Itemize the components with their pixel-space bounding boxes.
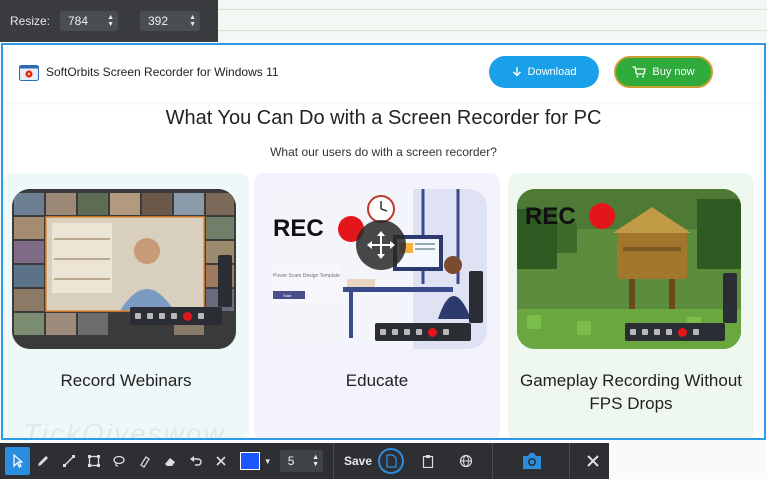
section-subhead: What our users do with a screen recorder… (270, 145, 497, 159)
brand-name[interactable]: SoftOrbits Screen Recorder for Windows 1… (46, 65, 279, 79)
gameplay-side-strip (723, 273, 737, 323)
close-toolbar-button[interactable] (578, 447, 609, 475)
educate-side-strip (469, 271, 483, 323)
line-icon (62, 455, 75, 467)
width-value: 784 (68, 14, 89, 28)
webinar-side-strip (218, 255, 232, 307)
chevron-down-icon: ▼ (263, 456, 272, 466)
rec-label: REC (273, 215, 324, 242)
clipboard-icon (423, 455, 434, 468)
slide-text: Power Scam Design Template (273, 273, 340, 279)
cart-icon (632, 66, 647, 78)
site-header: SoftOrbits Screen Recorder for Windows 1… (3, 45, 764, 102)
eraser-icon (165, 458, 176, 466)
width-spinner[interactable]: 784 ▲ ▼ (60, 11, 118, 31)
select-tool-button[interactable] (5, 447, 31, 475)
card-title: Gameplay Recording Without FPS Drops (519, 371, 743, 413)
move-arrows-icon (367, 231, 395, 259)
buy-now-button[interactable]: Buy now (614, 56, 713, 88)
section-headline: What You Can Do with a Screen Recorder f… (165, 107, 602, 129)
webinar-recorder-mini-toolbar (130, 307, 222, 325)
webinar-thumbnail (12, 189, 236, 349)
clipboard-button[interactable] (416, 447, 441, 475)
card-gameplay-recording[interactable]: REC Gameplay Recording Without FPS Drops (508, 173, 754, 438)
resize-label: Resize: (10, 14, 51, 28)
undo-icon (189, 456, 202, 466)
rectangle-tool-button[interactable] (81, 447, 106, 475)
stroke-width-spinner[interactable]: 5 ▲ ▼ (279, 450, 324, 472)
close-icon (587, 455, 600, 467)
clear-button[interactable] (208, 447, 233, 475)
gameplay-recorder-mini-toolbar (625, 323, 725, 341)
stroke-spin-arrows-icon[interactable]: ▲ ▼ (312, 454, 319, 468)
line-tool-button[interactable] (56, 447, 81, 475)
highlighter-tool-button[interactable] (132, 447, 157, 475)
undo-button[interactable] (183, 447, 208, 475)
webinar-grid-image (12, 189, 236, 349)
card-title: Educate (345, 371, 409, 390)
annotation-toolbar: ▼ 5 ▲ ▼ Save (0, 443, 609, 479)
rec-label: REC (525, 203, 576, 230)
move-handle[interactable] (356, 220, 406, 270)
file-icon (386, 454, 397, 468)
gameplay-thumbnail: REC (517, 189, 741, 349)
pencil-icon (38, 456, 49, 466)
color-picker[interactable]: ▼ (239, 452, 272, 470)
educate-recorder-mini-toolbar (375, 323, 471, 341)
globe-icon (459, 454, 472, 468)
card-record-webinars[interactable]: Record Webinars (3, 173, 249, 438)
camera-icon (523, 453, 542, 469)
height-spinner[interactable]: 392 ▲ ▼ (140, 11, 200, 31)
lasso-icon (113, 455, 126, 467)
buy-now-label: Buy now (652, 66, 695, 78)
capture-region[interactable]: SoftOrbits Screen Recorder for Windows 1… (1, 43, 766, 440)
pointer-icon (13, 454, 24, 468)
download-label: Download (527, 66, 577, 78)
screenshot-button[interactable] (517, 447, 546, 475)
save-label: Save (344, 454, 373, 468)
save-file-button[interactable] (378, 448, 404, 474)
lasso-tool-button[interactable] (107, 447, 132, 475)
background-page-strip (218, 0, 767, 40)
close-icon (216, 456, 226, 466)
softorbits-logo-icon (19, 65, 39, 81)
download-button[interactable]: Download (489, 56, 599, 88)
resize-bar: Resize: 784 ▲ ▼ 392 ▲ ▼ (0, 0, 218, 42)
rec-dot-icon (589, 203, 615, 229)
height-value: 392 (148, 14, 169, 28)
highlighter-icon (139, 456, 150, 468)
card-title: Record Webinars (60, 371, 192, 390)
web-share-button[interactable] (453, 447, 478, 475)
card-educate[interactable]: Power Scam Design Template Start REC Edu… (254, 173, 500, 438)
rectangle-icon (87, 455, 100, 467)
download-arrow-icon (512, 66, 521, 76)
pen-tool-button[interactable] (30, 447, 55, 475)
width-spin-arrows-icon[interactable]: ▲ ▼ (107, 14, 114, 28)
height-spin-arrows-icon[interactable]: ▲ ▼ (189, 14, 196, 28)
slide-button-text: Start (283, 293, 292, 298)
color-swatch (239, 452, 260, 470)
watermark: TickOiveswow (23, 418, 226, 440)
screen: Resize: 784 ▲ ▼ 392 ▲ ▼ SoftOrbits Screen … (0, 0, 767, 479)
stroke-width-value: 5 (287, 454, 295, 468)
eraser-tool-button[interactable] (158, 447, 183, 475)
